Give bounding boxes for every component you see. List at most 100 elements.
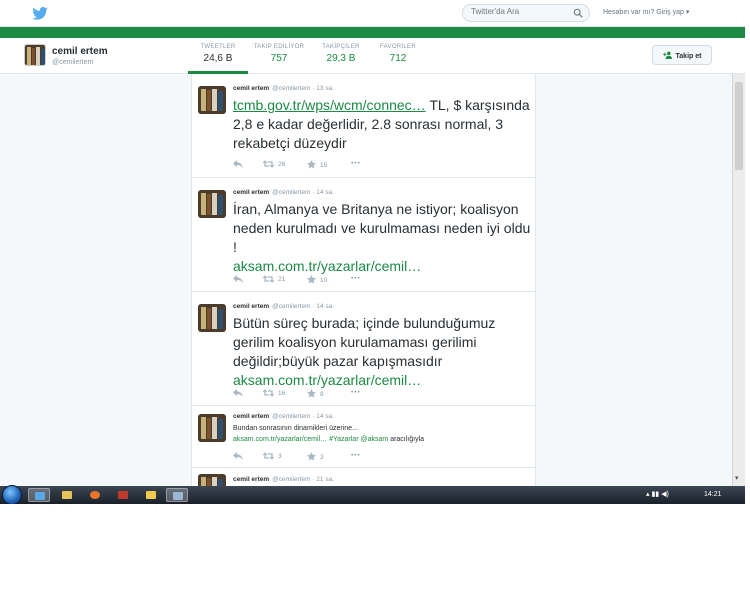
favorite-button[interactable]: 8	[307, 389, 324, 398]
tweet-item[interactable]: cemil ertem @cemilertem · 14 sa. Bundan s…	[192, 406, 535, 468]
stat-favorites[interactable]: FAVORİLER 712	[368, 44, 428, 64]
tweet-avatar[interactable]	[198, 86, 226, 114]
retweet-button[interactable]: 3	[262, 452, 282, 460]
taskbar-app-folder[interactable]	[140, 488, 162, 502]
windows-taskbar: ▴ ▮▮ ◀) 14:21	[0, 485, 745, 504]
tweet-meta: @cemilertem · 14 sa.	[272, 189, 335, 196]
search-input[interactable]	[471, 7, 571, 16]
tweet-meta: @cemilertem · 21 sa.	[272, 476, 335, 483]
tweet-text: Bundan sonrasının dinamikleri üzerine...…	[233, 423, 531, 445]
tweet-header: cemil ertem @cemilertem · 14 sa.	[233, 413, 334, 420]
tweet-body: Bundan sonrasının dinamikleri üzerine...	[233, 425, 358, 432]
tweet-timeline[interactable]: cemil ertem @cemilertem · 13 sa. tcmb.gov…	[191, 74, 536, 486]
taskbar-app-player[interactable]	[112, 488, 134, 502]
avatar[interactable]	[24, 44, 46, 66]
taskbar-app-firefox[interactable]	[84, 488, 106, 502]
favorite-count: 8	[320, 391, 324, 398]
vertical-scrollbar[interactable]: ▾	[732, 74, 745, 486]
star-icon	[307, 389, 316, 398]
more-options-icon[interactable]: •••	[351, 389, 361, 396]
tweet-item[interactable]: cemil ertem @cemilertem · 21 sa.	[192, 468, 535, 486]
tweet-link[interactable]: aksam.com.tr/yazarlar/cemil…	[233, 258, 421, 274]
taskbar-app-window[interactable]	[166, 488, 188, 502]
more-options-icon[interactable]: •••	[351, 452, 361, 459]
star-icon	[307, 160, 316, 169]
twitter-bird-icon[interactable]	[32, 7, 48, 20]
favorite-button[interactable]: 10	[307, 275, 327, 284]
tweet-via-suffix: aracılığıyla	[390, 436, 425, 443]
star-icon	[307, 452, 316, 461]
follow-button[interactable]: Takip et	[652, 45, 712, 65]
tweet-hashtag[interactable]: #Yazarlar	[329, 436, 358, 443]
add-user-icon	[662, 51, 672, 59]
profile-name[interactable]: cemil ertem	[52, 46, 108, 57]
tweet-link[interactable]: aksam.com.tr/yazarlar/cemil…	[233, 372, 421, 388]
stat-value: 24,6 B	[203, 53, 233, 64]
retweet-button[interactable]: 16	[262, 389, 286, 397]
taskbar-clock[interactable]: 14:21	[704, 491, 722, 498]
more-options-icon[interactable]: •••	[351, 275, 361, 282]
favorite-count: 15	[320, 162, 328, 169]
tweet-item[interactable]: cemil ertem @cemilertem · 14 sa. İran, Al…	[192, 178, 535, 292]
retweet-icon	[262, 389, 275, 397]
stat-following[interactable]: TAKİP EDİLİYOR 757	[249, 44, 309, 64]
profile-handle: @cemilertem	[52, 59, 94, 66]
tweet-author-name[interactable]: cemil ertem	[233, 476, 269, 483]
stat-tweets[interactable]: TWEETLER 24,6 B	[188, 44, 248, 74]
favorite-count: 10	[320, 277, 328, 284]
tweet-avatar[interactable]	[198, 474, 226, 486]
start-button[interactable]	[2, 485, 22, 504]
tweet-meta: @cemilertem · 14 sa.	[272, 413, 335, 420]
more-options-icon[interactable]: •••	[351, 160, 361, 167]
reply-icon[interactable]	[233, 389, 247, 397]
stat-label: TAKİPÇİLER	[322, 44, 360, 50]
tweet-header: cemil ertem @cemilertem · 13 sa.	[233, 85, 334, 92]
search-box[interactable]	[462, 4, 590, 22]
stat-followers[interactable]: TAKİPÇİLER 29,3 B	[311, 44, 371, 64]
retweet-count: 21	[278, 276, 286, 283]
scroll-down-arrow-icon[interactable]: ▾	[735, 474, 739, 482]
tweet-header: cemil ertem @cemilertem · 21 sa.	[233, 476, 334, 483]
tweet-avatar[interactable]	[198, 304, 226, 332]
tweet-meta: @cemilertem · 14 sa.	[272, 303, 335, 310]
stat-value: 757	[270, 53, 288, 64]
tweet-avatar[interactable]	[198, 414, 226, 442]
tweet-author-name[interactable]: cemil ertem	[233, 413, 269, 420]
retweet-count: 16	[278, 390, 286, 397]
tweet-avatar[interactable]	[198, 190, 226, 218]
profile-navigation: cemil ertem @cemilertem TWEETLER 24,6 B …	[0, 38, 745, 74]
tweet-text: Bütün süreç burada; içinde bulunduğumuz …	[233, 314, 531, 390]
tweet-author-name[interactable]: cemil ertem	[233, 303, 269, 310]
retweet-icon	[262, 452, 275, 460]
tweet-mention[interactable]: @aksam	[361, 436, 389, 443]
taskbar-app-ie[interactable]	[28, 488, 50, 502]
stat-value: 712	[389, 53, 407, 64]
stat-value: 29,3 B	[326, 53, 356, 64]
tweet-link[interactable]: aksam.com.tr/yazarlar/cemil…	[233, 436, 327, 443]
tweet-body: İran, Almanya ve Britanya ne istiyor; ko…	[233, 201, 531, 255]
tweet-author-name[interactable]: cemil ertem	[233, 85, 269, 92]
search-icon[interactable]	[573, 8, 583, 18]
tweet-item[interactable]: cemil ertem @cemilertem · 14 sa. Bütün sü…	[192, 292, 535, 406]
retweet-button[interactable]: 21	[262, 275, 286, 283]
tweet-item[interactable]: cemil ertem @cemilertem · 13 sa. tcmb.gov…	[192, 74, 535, 178]
scrollbar-thumb[interactable]	[735, 82, 743, 170]
reply-icon[interactable]	[233, 275, 247, 283]
system-tray[interactable]: ▴ ▮▮ ◀)	[646, 490, 669, 498]
tweet-author-name[interactable]: cemil ertem	[233, 189, 269, 196]
star-icon	[307, 275, 316, 284]
retweet-button[interactable]: 26	[262, 160, 285, 168]
reply-icon[interactable]	[233, 160, 247, 168]
login-link[interactable]: Hesabın var mı? Giriş yap ▾	[603, 8, 689, 16]
taskbar-app-explorer[interactable]	[56, 488, 78, 502]
tweet-header: cemil ertem @cemilertem · 14 sa.	[233, 303, 334, 310]
tweet-text: İran, Almanya ve Britanya ne istiyor; ko…	[233, 200, 531, 276]
profile-header-banner	[0, 27, 745, 38]
retweet-count: 3	[278, 453, 282, 460]
stat-label: FAVORİLER	[380, 44, 416, 50]
reply-icon[interactable]	[233, 452, 247, 460]
tweet-link[interactable]: tcmb.gov.tr/wps/wcm/connec…	[233, 97, 426, 113]
favorite-button[interactable]: 15	[307, 160, 327, 169]
favorite-button[interactable]: 3	[307, 452, 324, 461]
tweet-body: Bütün süreç burada; içinde bulunduğumuz …	[233, 315, 496, 369]
